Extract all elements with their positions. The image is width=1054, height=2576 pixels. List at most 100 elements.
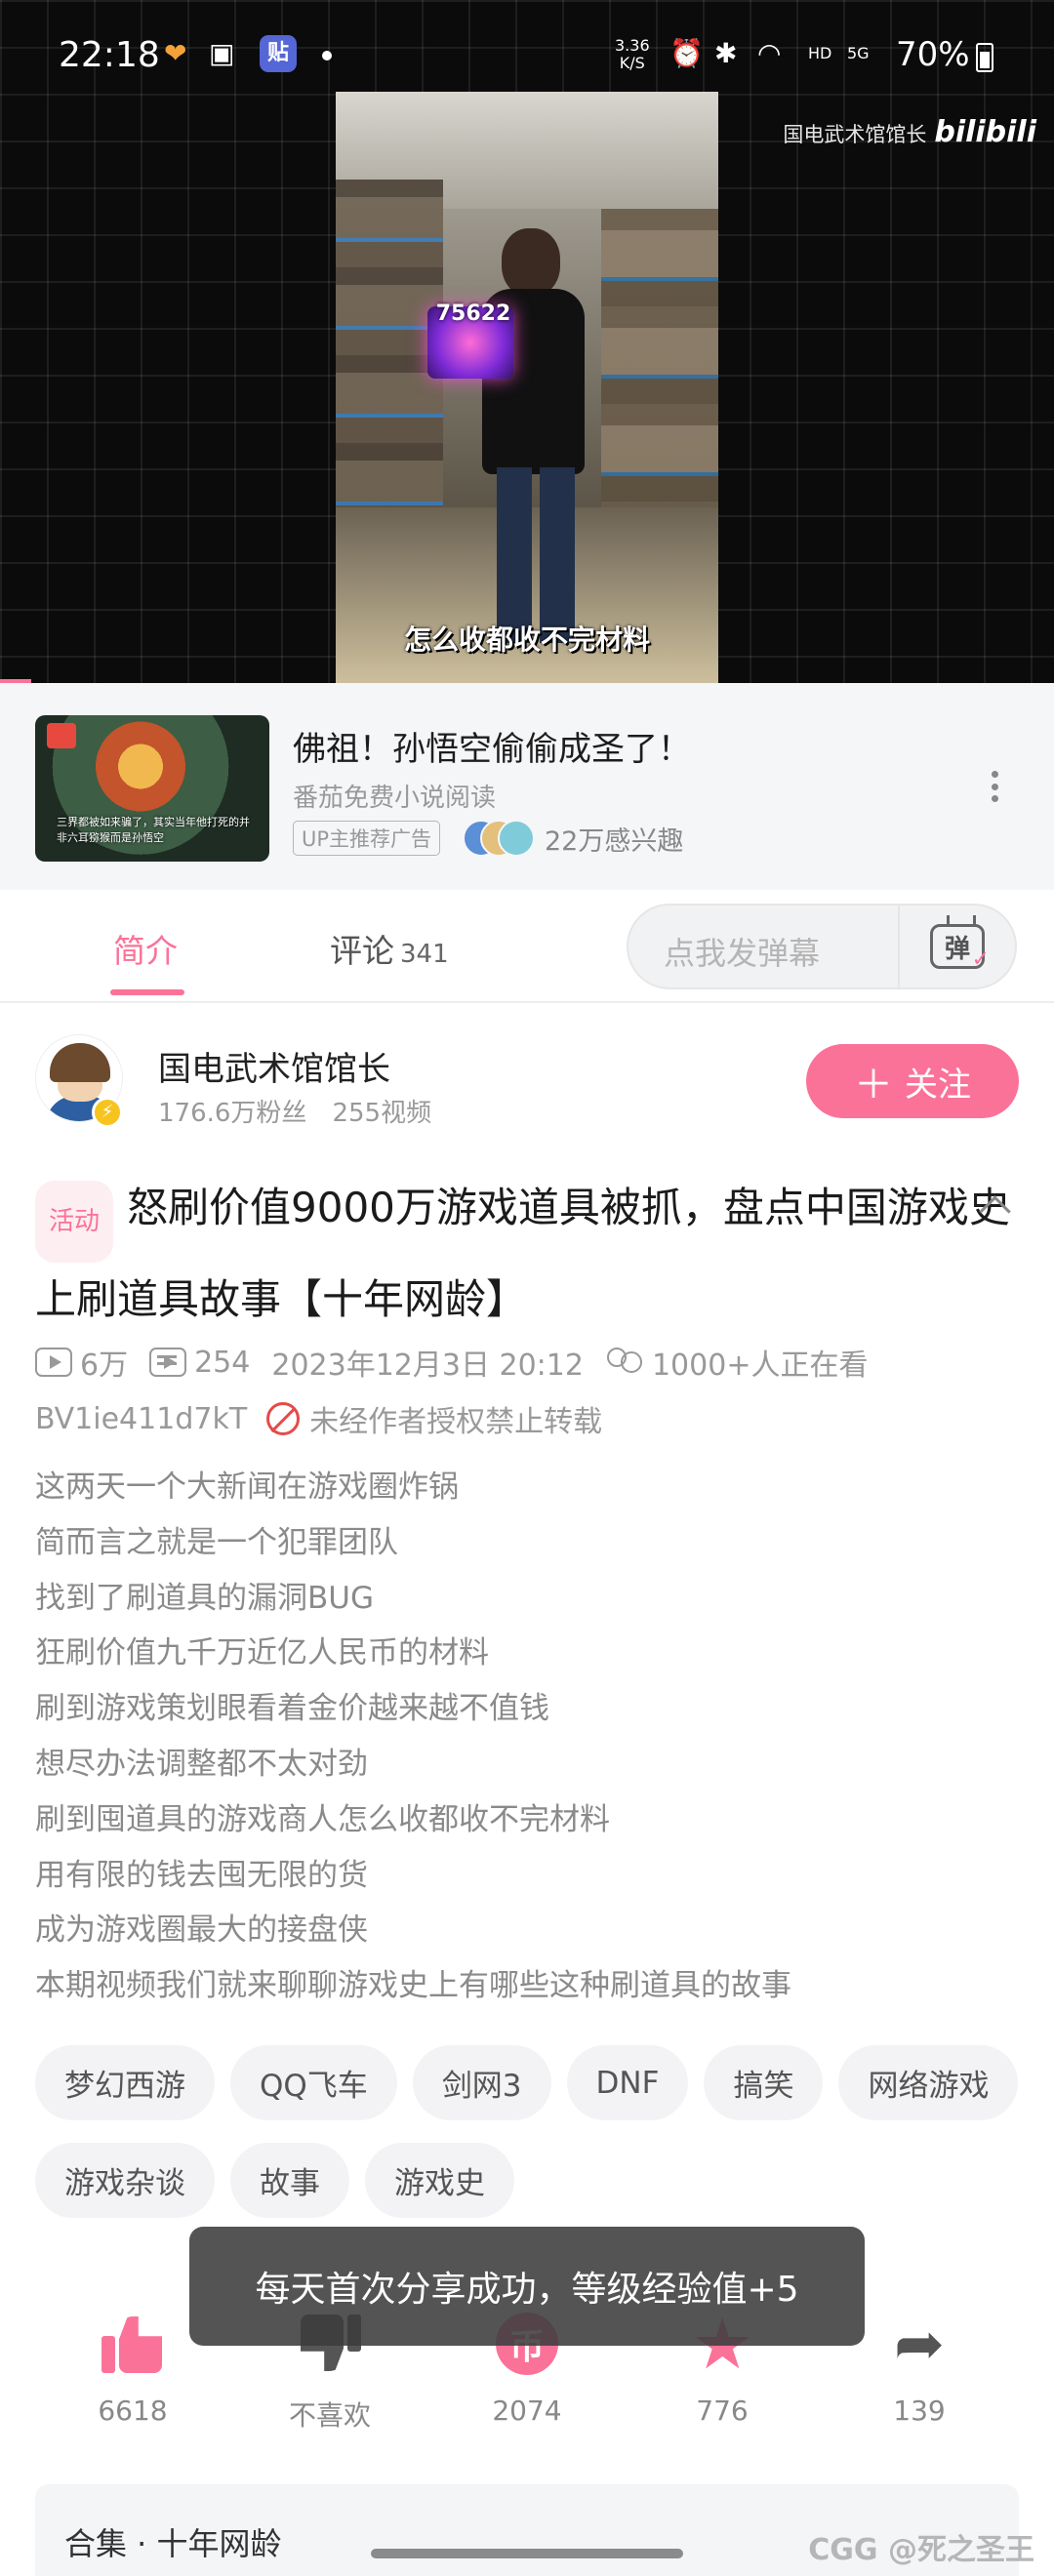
check-icon: ✓: [971, 947, 990, 972]
avatar-hair: [50, 1043, 110, 1082]
bilibili-logo: bilibili: [934, 115, 1036, 149]
heart-app-icon: ❤: [164, 36, 187, 69]
like-count: 6618: [98, 2395, 168, 2427]
collapse-chevron-icon[interactable]: [976, 1192, 1015, 1222]
follow-label: 关注: [905, 1065, 971, 1105]
view-count: 6万: [80, 1348, 129, 1383]
tag-chip[interactable]: 网络游戏: [838, 2045, 1019, 2120]
toast-message: 每天首次分享成功，等级经验值+5: [189, 2227, 865, 2346]
video-title-text: 怒刷价值9000万游戏道具被抓，盘点中国游戏史上刷道具故事【十年网龄】: [35, 1184, 1010, 1323]
battery-percent: 70%: [896, 35, 970, 74]
video-subtitle: 怎么收都收不完材料: [403, 624, 650, 656]
tab-comments[interactable]: 评论 341: [330, 925, 449, 972]
tag-chip[interactable]: 游戏史: [365, 2143, 514, 2218]
tag-chip[interactable]: 搞笑: [704, 2045, 824, 2120]
tag-chip[interactable]: 梦幻西游: [35, 2045, 215, 2120]
tab-bar: 简介 评论 341 点我发弹幕 弹 ✓: [0, 890, 1054, 1003]
ad-avatars: [463, 820, 537, 859]
description-line: 本期视频我们就来聊聊游戏史上有哪些这种刷道具的故事: [35, 1968, 791, 2004]
description-line: 想尽办法调整都不太对劲: [35, 1746, 368, 1782]
image-watermark: CGG @死之圣王: [808, 2533, 1034, 2567]
tab-intro[interactable]: 简介: [113, 925, 178, 972]
tag-chip[interactable]: DNF: [566, 2045, 689, 2120]
thumbs-up-icon: [101, 2313, 164, 2375]
status-bar: 22:18 ❤ ▣ 贴 3.36 K/S ⏰ ✱ ◠ HD 5G 70%: [0, 0, 1054, 98]
video-count: 255视频: [332, 1099, 432, 1128]
bvid[interactable]: BV1ie411d7kT: [35, 1402, 247, 1436]
video-meta-row: 6万 254 2023年12月3日 20:12 1000+人正在看: [35, 1341, 868, 1384]
tag-chip[interactable]: 剑网3: [412, 2045, 551, 2120]
item-price-overlay: 75622: [435, 302, 511, 326]
favorite-count: 776: [696, 2395, 749, 2427]
description-line: 用有限的钱去囤无限的货: [35, 1857, 368, 1893]
speed-value: 3.36: [615, 36, 650, 55]
hd-icon: HD: [808, 43, 832, 62]
verified-badge-icon: ⚡: [92, 1097, 123, 1128]
watching-icon: [605, 1346, 644, 1379]
ad-title[interactable]: 佛祖！孙悟空偷偷成圣了！: [293, 722, 691, 770]
ad-thumbnail[interactable]: 三界都被如来骗了，其实当年他打死的并非六耳猕猴而是孙悟空: [35, 715, 269, 862]
coin-count: 2074: [492, 2395, 562, 2427]
copyright-notice: 未经作者授权禁止转载: [309, 1405, 603, 1439]
gallery-icon: ▣: [209, 36, 235, 69]
share-arrow-icon: ➦: [894, 2308, 945, 2379]
tieba-app-icon: 贴: [260, 35, 297, 72]
uploader-row: ⚡ 国电武术馆馆长 176.6万粉丝 255视频 ＋ 关注: [0, 1005, 1054, 1151]
network-speed: 3.36 K/S: [615, 37, 650, 72]
uploader-name[interactable]: 国电武术馆馆长: [158, 1042, 390, 1090]
ad-interest-count: 22万感兴趣: [545, 826, 684, 857]
danmaku-count: 254: [194, 1345, 251, 1380]
bv-row: BV1ie411d7kT 未经作者授权禁止转载: [35, 1397, 602, 1440]
dislike-label: 不喜欢: [288, 2399, 371, 2432]
bluetooth-icon: ✱: [714, 36, 738, 69]
tag-list: 梦幻西游 QQ飞车 剑网3 DNF 搞笑 网络游戏 游戏杂谈 故事 游戏史: [35, 2045, 1021, 2218]
danmaku-toggle-button[interactable]: 弹 ✓: [898, 906, 1015, 987]
ad-source: 番茄免费小说阅读: [293, 784, 497, 813]
tab-comments-label: 评论: [330, 932, 394, 970]
notification-dot-icon: [322, 51, 332, 60]
speed-unit: K/S: [619, 54, 645, 72]
description-line: 成为游戏圈最大的接盘侠: [35, 1912, 368, 1949]
description-line: 狂刷价值九千万近亿人民币的材料: [35, 1635, 489, 1671]
tag-chip[interactable]: 故事: [230, 2143, 349, 2218]
comments-count: 341: [400, 940, 449, 969]
follow-button[interactable]: ＋ 关注: [806, 1044, 1019, 1118]
avatar: [498, 820, 535, 857]
share-button[interactable]: ➦ 139: [841, 2299, 997, 2428]
activity-tag[interactable]: 活动: [35, 1181, 114, 1263]
active-tab-indicator: [110, 989, 184, 995]
video-watermark: 国电武术馆馆长 bilibili: [783, 115, 1036, 149]
cellular-5g-icon: 5G: [847, 43, 870, 62]
ad-card[interactable]: 三界都被如来骗了，其实当年他打死的并非六耳猕猴而是孙悟空 佛祖！孙悟空偷偷成圣了…: [0, 683, 1054, 890]
description-line: 刷到游戏策划眼看着金价越来越不值钱: [35, 1691, 549, 1727]
uploader-stats: 176.6万粉丝 255视频: [158, 1093, 431, 1129]
like-button[interactable]: 6618: [55, 2299, 211, 2427]
ad-thumb-caption: 三界都被如来骗了，其实当年他打死的并非六耳猕猴而是孙悟空: [57, 816, 250, 844]
danmaku-count-icon: [149, 1348, 187, 1377]
video-description: 这两天一个大新闻在游戏圈炸锅 简而言之就是一个犯罪团队 找到了刷道具的漏洞BUG…: [35, 1460, 1011, 2014]
share-count: 139: [893, 2395, 946, 2427]
person-head: [502, 228, 560, 297]
video-player[interactable]: 75622 怎么收都收不完材料 国电武术馆馆长 bilibili 22:18 ❤ …: [0, 0, 1054, 683]
play-count-icon: [35, 1348, 72, 1377]
person-legs: [497, 467, 575, 643]
fans-count: 176.6万粉丝: [158, 1099, 307, 1128]
home-indicator[interactable]: [371, 2549, 683, 2558]
tag-chip[interactable]: 游戏杂谈: [35, 2143, 215, 2218]
danmaku-input[interactable]: 点我发弹幕 弹 ✓: [627, 904, 1017, 989]
watermark-channel: 国电武术馆馆长: [783, 123, 927, 146]
danmaku-icon-text: 弹: [944, 934, 970, 964]
forbidden-icon: [266, 1402, 301, 1435]
video-frame[interactable]: 75622 怎么收都收不完材料: [336, 92, 718, 683]
wifi-icon: ◠: [757, 36, 782, 69]
status-time: 22:18: [59, 35, 160, 75]
ad-tag: UP主推荐广告: [293, 821, 441, 856]
collection-label: 合集 · 十年网龄: [64, 2525, 282, 2562]
danmaku-placeholder: 点我发弹幕: [664, 935, 821, 972]
video-title-block: 活动 怒刷价值9000万游戏道具被抓，盘点中国游戏史上刷道具故事【十年网龄】: [35, 1171, 1011, 1337]
scene-person: [472, 219, 589, 648]
publish-time: 2023年12月3日 20:12: [271, 1348, 584, 1383]
video-title[interactable]: 活动 怒刷价值9000万游戏道具被抓，盘点中国游戏史上刷道具故事【十年网龄】: [35, 1171, 1011, 1337]
more-options-icon[interactable]: [980, 767, 1009, 806]
tag-chip[interactable]: QQ飞车: [230, 2045, 397, 2120]
